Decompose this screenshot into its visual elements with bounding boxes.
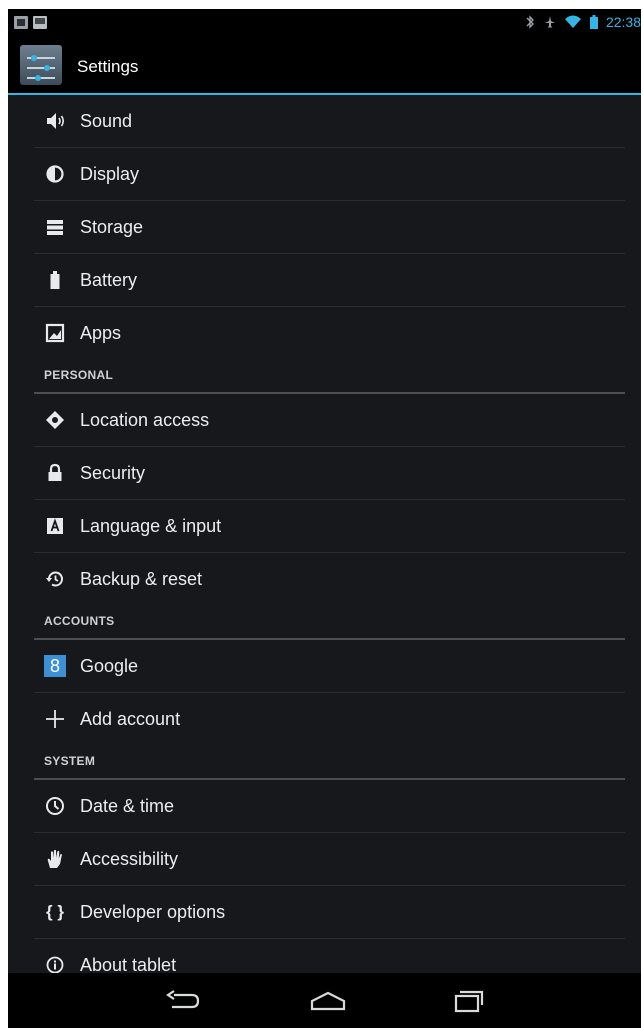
back-icon[interactable] (162, 987, 202, 1015)
settings-app-icon[interactable] (20, 45, 62, 85)
settings-item-display[interactable]: Display (34, 148, 625, 201)
google-icon-glyph: 8 (49, 656, 60, 676)
recent-apps-icon[interactable] (448, 987, 488, 1015)
section-header-label: SYSTEM (44, 754, 96, 768)
settings-item-label: Battery (80, 269, 138, 290)
status-bar: 22:38 (8, 9, 641, 39)
google-icon: 8 (44, 655, 66, 677)
hand-icon (44, 848, 66, 870)
sound-icon (44, 110, 66, 132)
settings-item-security[interactable]: Security (34, 447, 625, 500)
section-header-label: ACCOUNTS (44, 614, 115, 628)
settings-item-label: Location access (80, 409, 210, 430)
settings-item-label: Apps (80, 322, 122, 343)
settings-item-backup-reset[interactable]: Backup & reset (34, 553, 625, 605)
notification-icon (14, 16, 28, 29)
section-header-label: PERSONAL (44, 368, 114, 382)
settings-list: Sound Display Storage Battery Apps PERSO… (8, 95, 641, 991)
settings-item-label: Developer options (80, 901, 226, 922)
location-icon (44, 409, 66, 431)
settings-item-label: Language & input (80, 515, 222, 536)
settings-item-accessibility[interactable]: Accessibility (34, 833, 625, 886)
language-icon (44, 515, 66, 537)
settings-item-label: Sound (80, 110, 133, 131)
gallery-notification-icon (33, 16, 47, 29)
backup-icon (44, 568, 66, 590)
section-header-personal: PERSONAL (34, 359, 625, 394)
settings-item-google[interactable]: 8 Google (34, 640, 625, 693)
page-title: Settings (77, 57, 139, 76)
battery-icon (44, 269, 66, 291)
battery-icon (589, 15, 598, 29)
settings-item-label: Backup & reset (80, 568, 203, 589)
status-notifications (14, 16, 47, 29)
navigation-bar (8, 973, 641, 1028)
settings-item-location-access[interactable]: Location access (34, 394, 625, 447)
settings-item-label: Display (80, 163, 140, 184)
apps-icon (44, 322, 66, 344)
clock-icon (44, 795, 66, 817)
settings-item-storage[interactable]: Storage (34, 201, 625, 254)
settings-item-date-time[interactable]: Date & time (34, 780, 625, 833)
lock-icon (44, 462, 66, 484)
settings-item-battery[interactable]: Battery (34, 254, 625, 307)
display-icon (44, 163, 66, 185)
braces-icon: { } (44, 901, 66, 923)
settings-item-label: Google (80, 655, 139, 676)
settings-item-add-account[interactable]: Add account (34, 693, 625, 745)
section-header-system: SYSTEM (34, 745, 625, 780)
action-bar: Settings (8, 39, 641, 95)
settings-item-sound[interactable]: Sound (34, 95, 625, 148)
settings-item-developer-options[interactable]: { } Developer options (34, 886, 625, 939)
settings-item-label: Security (80, 462, 146, 483)
settings-item-apps[interactable]: Apps (34, 307, 625, 359)
settings-item-label: Accessibility (80, 848, 179, 869)
settings-item-language-input[interactable]: Language & input (34, 500, 625, 553)
section-header-accounts: ACCOUNTS (34, 605, 625, 640)
flight-icon (544, 16, 555, 28)
home-icon[interactable] (308, 987, 348, 1015)
braces-icon-glyph: { } (46, 902, 64, 921)
status-indicators: 22:38 (524, 14, 641, 30)
storage-icon (44, 216, 66, 238)
settings-item-label: Add account (80, 708, 181, 729)
status-time: 22:38 (605, 14, 641, 30)
settings-item-label: Date & time (80, 795, 175, 816)
settings-item-label: Storage (80, 216, 144, 237)
plus-icon (44, 708, 66, 730)
wifi-icon (564, 15, 581, 28)
bluetooth-icon (526, 15, 534, 29)
tablet-screen: 22:38 Settings Sound Display Storage Bat… (8, 9, 641, 1028)
